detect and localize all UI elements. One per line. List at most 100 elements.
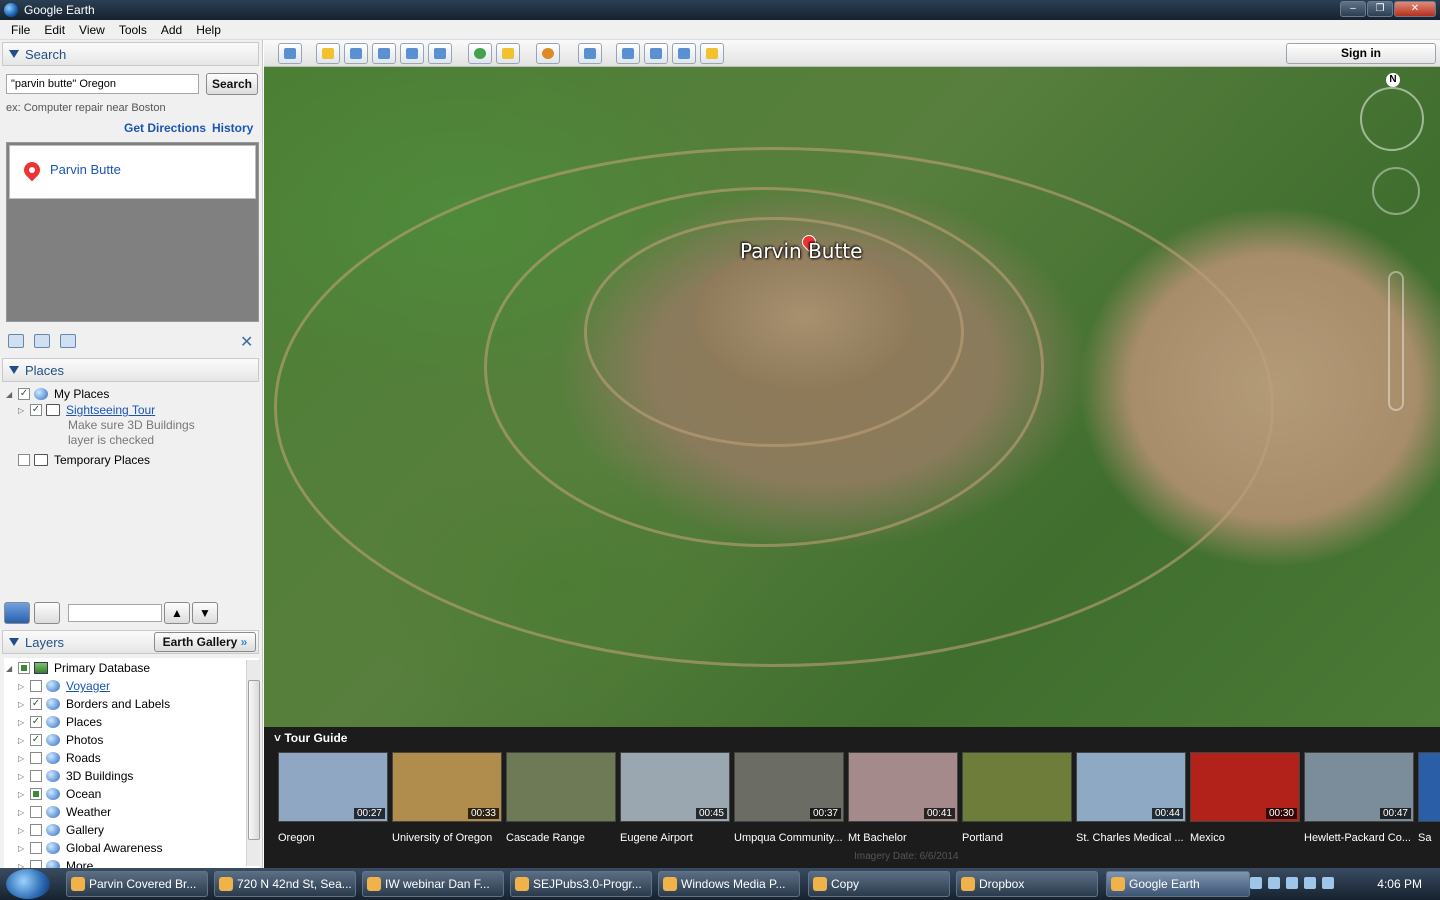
expand-icon[interactable]: ▷: [18, 700, 26, 709]
add-polygon-button[interactable]: [344, 43, 368, 64]
zoom-slider[interactable]: [1388, 271, 1404, 411]
checkbox[interactable]: ✓: [18, 388, 30, 400]
tour-thumbnail[interactable]: 00:33: [392, 752, 502, 822]
expand-icon[interactable]: ◢: [6, 390, 14, 399]
expand-icon[interactable]: ▷: [18, 406, 26, 415]
tour-item[interactable]: Cascade Range: [506, 752, 616, 844]
minimize-button[interactable]: –: [1340, 1, 1366, 17]
expand-icon[interactable]: ▷: [18, 718, 26, 727]
clock[interactable]: 4:06 PM: [1377, 877, 1422, 891]
tour-item[interactable]: 00:27 Oregon: [278, 752, 388, 844]
tree-label[interactable]: Sightseeing Tour: [66, 403, 155, 417]
tour-thumbnail[interactable]: [962, 752, 1072, 822]
layer-row[interactable]: ▷ 3D Buildings: [18, 768, 133, 784]
layers-scrollbar[interactable]: [246, 660, 260, 866]
view-in-maps-button[interactable]: [672, 43, 696, 64]
sidebar-toggle-button[interactable]: [278, 43, 302, 64]
layer-row[interactable]: ▷ Roads: [18, 750, 101, 766]
menu-view[interactable]: View: [72, 23, 112, 37]
tour-thumbnail[interactable]: 00:27: [278, 752, 388, 822]
expand-icon[interactable]: ▷: [18, 772, 26, 781]
taskbar-item[interactable]: Dropbox: [956, 871, 1098, 897]
earth-gallery-button[interactable]: Earth Gallery »: [154, 632, 256, 652]
taskbar-item[interactable]: Windows Media P...: [658, 871, 800, 897]
checkbox[interactable]: [30, 770, 42, 782]
look-control[interactable]: [1360, 87, 1424, 151]
planets-button[interactable]: [536, 43, 560, 64]
taskbar-item[interactable]: Copy: [808, 871, 950, 897]
tour-thumbnail[interactable]: [506, 752, 616, 822]
taskbar-item[interactable]: Google Earth: [1106, 871, 1250, 897]
email-button[interactable]: [616, 43, 640, 64]
add-placemark-button[interactable]: [316, 43, 340, 64]
map-place-label[interactable]: Parvin Butte: [740, 239, 862, 263]
tour-item[interactable]: 00:47 Hewlett-Packard Co...: [1304, 752, 1414, 844]
expand-icon[interactable]: ◢: [6, 664, 14, 673]
tray-icon[interactable]: [1268, 877, 1280, 889]
checkbox[interactable]: [30, 806, 42, 818]
scrollbar-thumb[interactable]: [248, 680, 260, 840]
search-result-item[interactable]: Parvin Butte: [9, 145, 256, 199]
historical-imagery-button[interactable]: [468, 43, 492, 64]
sidebar-toggle[interactable]: [34, 602, 60, 624]
tray-icon[interactable]: [1286, 877, 1298, 889]
layer-row[interactable]: ▷ Gallery: [18, 822, 104, 838]
checkbox[interactable]: ✓: [30, 698, 42, 710]
checkbox[interactable]: [30, 824, 42, 836]
tour-item[interactable]: 00:45 Eugene Airport: [620, 752, 730, 844]
taskbar-item[interactable]: IW webinar Dan F...: [362, 871, 504, 897]
save-image-button[interactable]: [700, 43, 724, 64]
tray-icon[interactable]: [1250, 877, 1262, 889]
tour-thumbnail[interactable]: 00:30: [1190, 752, 1300, 822]
tour-thumbnail[interactable]: 00:44: [1076, 752, 1186, 822]
menu-add[interactable]: Add: [154, 23, 189, 37]
tree-row-sightseeing[interactable]: ▷ ✓ Sightseeing Tour: [18, 402, 155, 418]
checkbox[interactable]: ✓: [30, 716, 42, 728]
history-link[interactable]: History: [212, 121, 253, 135]
expand-icon[interactable]: ▷: [18, 790, 26, 799]
expand-icon[interactable]: ▷: [18, 754, 26, 763]
checkbox[interactable]: [30, 680, 42, 692]
clear-results-icon[interactable]: ✕: [240, 332, 253, 352]
tour-guide-header[interactable]: ˅ Tour Guide: [274, 731, 347, 745]
layer-row[interactable]: ▷ ✓ Photos: [18, 732, 103, 748]
layer-label[interactable]: Voyager: [66, 679, 110, 693]
tree-row-my-places[interactable]: ◢ ✓ My Places: [6, 386, 109, 402]
tour-thumbnail[interactable]: 00:47: [1304, 752, 1414, 822]
layer-row[interactable]: ▷ Weather: [18, 804, 111, 820]
maximize-button[interactable]: ❐: [1367, 1, 1393, 17]
checkbox[interactable]: [18, 662, 30, 674]
network-icon[interactable]: [1322, 877, 1334, 889]
close-button[interactable]: ✕: [1394, 1, 1436, 17]
sign-in-button[interactable]: Sign in: [1286, 43, 1436, 64]
record-tour-button[interactable]: [428, 43, 452, 64]
places-panel-header[interactable]: Places: [2, 358, 259, 382]
tour-item[interactable]: 00:33 University of Oregon: [392, 752, 502, 844]
compass-north-icon[interactable]: N: [1386, 73, 1400, 87]
checkbox[interactable]: [30, 788, 42, 800]
menu-tools[interactable]: Tools: [112, 23, 154, 37]
tour-item[interactable]: 00:37 Umpqua Community...: [734, 752, 844, 844]
taskbar-item[interactable]: 720 N 42nd St, Sea...: [214, 871, 356, 897]
tour-thumbnail[interactable]: [1418, 752, 1440, 822]
save-to-places-icon[interactable]: [8, 334, 24, 348]
tour-thumbnail[interactable]: 00:37: [734, 752, 844, 822]
expand-icon[interactable]: ▷: [18, 736, 26, 745]
layer-row[interactable]: ▷ Ocean: [18, 786, 101, 802]
move-down-button[interactable]: ▼: [192, 602, 218, 624]
search-button[interactable]: Search: [206, 73, 258, 95]
tour-item[interactable]: 00:41 Mt Bachelor: [848, 752, 958, 844]
layer-row[interactable]: ▷ Voyager: [18, 678, 110, 694]
taskbar-item[interactable]: Parvin Covered Br...: [66, 871, 208, 897]
add-overlay-button[interactable]: [400, 43, 424, 64]
menu-help[interactable]: Help: [189, 23, 228, 37]
tour-item[interactable]: 00:44 St. Charles Medical ...: [1076, 752, 1186, 844]
copy-icon[interactable]: [34, 334, 50, 348]
start-button[interactable]: [6, 869, 50, 899]
checkbox[interactable]: ✓: [30, 734, 42, 746]
expand-icon[interactable]: ▷: [18, 808, 26, 817]
menu-edit[interactable]: Edit: [37, 23, 72, 37]
print-button[interactable]: [644, 43, 668, 64]
add-path-button[interactable]: [372, 43, 396, 64]
print-icon[interactable]: [60, 334, 76, 348]
